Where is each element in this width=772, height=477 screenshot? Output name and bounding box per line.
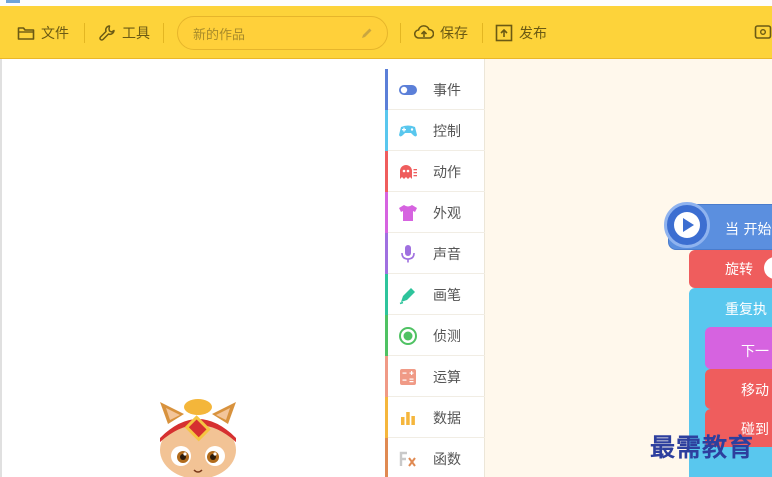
file-menu-button[interactable]: 文件 xyxy=(17,6,69,59)
wrench-icon xyxy=(99,24,115,41)
tshirt-icon xyxy=(399,205,417,221)
category-color-bar xyxy=(385,315,388,356)
toolbar-divider xyxy=(84,23,85,43)
tools-menu-label: 工具 xyxy=(122,25,150,42)
category-label: 数据 xyxy=(433,411,461,427)
help-button[interactable] xyxy=(754,6,772,59)
category-pen[interactable]: 画笔 xyxy=(385,274,485,315)
bar-chart-icon xyxy=(401,412,415,425)
microphone-icon xyxy=(401,245,415,263)
app-window-icon xyxy=(6,0,20,3)
move-label: 移动 xyxy=(741,383,769,399)
toolbar-divider xyxy=(400,23,401,43)
category-color-bar xyxy=(385,110,388,151)
category-color-bar xyxy=(385,69,388,110)
cloud-upload-icon xyxy=(414,25,434,39)
category-color-bar xyxy=(385,233,388,274)
pencil-icon xyxy=(362,28,372,38)
tools-menu-button[interactable]: 工具 xyxy=(98,6,150,59)
category-label: 声音 xyxy=(433,247,461,263)
project-name-text: 新的作品 xyxy=(193,27,246,43)
category-sensing[interactable]: 侦测 xyxy=(385,315,485,356)
category-looks[interactable]: 外观 xyxy=(385,192,485,233)
category-label: 控制 xyxy=(433,124,461,140)
code-workspace[interactable]: 当 开始 旋转 重复执 下一 移动 碰到 xyxy=(485,59,772,477)
category-operators[interactable]: 运算 xyxy=(385,356,485,397)
category-events[interactable]: 事件 xyxy=(385,69,485,110)
category-label: 侦测 xyxy=(433,329,461,345)
category-control[interactable]: 控制 xyxy=(385,110,485,151)
cat-mascot-sprite[interactable] xyxy=(150,398,246,477)
chat-help-icon xyxy=(754,24,772,39)
ghost-icon xyxy=(400,165,417,179)
toolbar-divider xyxy=(482,23,483,43)
rotate-label: 旋转 xyxy=(725,262,753,278)
category-label: 外观 xyxy=(433,206,461,222)
when-start-label: 当 开始 xyxy=(725,222,772,238)
save-label: 保存 xyxy=(440,25,468,42)
file-menu-label: 文件 xyxy=(41,25,69,42)
category-label: 动作 xyxy=(433,165,461,181)
category-color-bar xyxy=(385,397,388,438)
toggle-icon xyxy=(399,85,417,95)
category-label: 函数 xyxy=(433,452,461,468)
toolbar-divider xyxy=(163,23,164,43)
folder-icon xyxy=(17,26,35,40)
toolbar: 文件 工具 新的作品 保存 发布 xyxy=(0,6,772,59)
publish-label: 发布 xyxy=(519,25,547,42)
repeat-label: 重复执 xyxy=(725,302,767,318)
gamepad-icon xyxy=(399,125,417,137)
play-start-icon[interactable] xyxy=(664,202,710,248)
category-label: 运算 xyxy=(433,370,461,386)
category-sound[interactable]: 声音 xyxy=(385,233,485,274)
publish-button[interactable]: 发布 xyxy=(495,6,547,59)
category-label: 事件 xyxy=(433,83,461,99)
category-label: 画笔 xyxy=(433,288,461,304)
category-color-bar xyxy=(385,151,388,192)
upload-box-icon xyxy=(495,24,513,41)
category-functions[interactable]: 函数 xyxy=(385,438,485,477)
calculator-icon xyxy=(400,369,416,385)
project-name-input[interactable]: 新的作品 xyxy=(177,16,388,50)
category-data[interactable]: 数据 xyxy=(385,397,485,438)
pen-icon xyxy=(399,288,415,305)
category-color-bar xyxy=(385,438,388,477)
category-motion[interactable]: 动作 xyxy=(385,151,485,192)
function-icon xyxy=(399,451,416,467)
category-color-bar xyxy=(385,356,388,397)
category-color-bar xyxy=(385,274,388,315)
next-costume-label: 下一 xyxy=(741,344,769,360)
block-category-panel: 事件 控制 动作 外观 声音 画笔 侦测 运算 数据 函数 xyxy=(385,59,485,477)
category-color-bar xyxy=(385,192,388,233)
watermark-text: 最需教育 xyxy=(650,433,755,462)
radio-icon xyxy=(399,327,417,345)
save-button[interactable]: 保存 xyxy=(414,6,468,59)
